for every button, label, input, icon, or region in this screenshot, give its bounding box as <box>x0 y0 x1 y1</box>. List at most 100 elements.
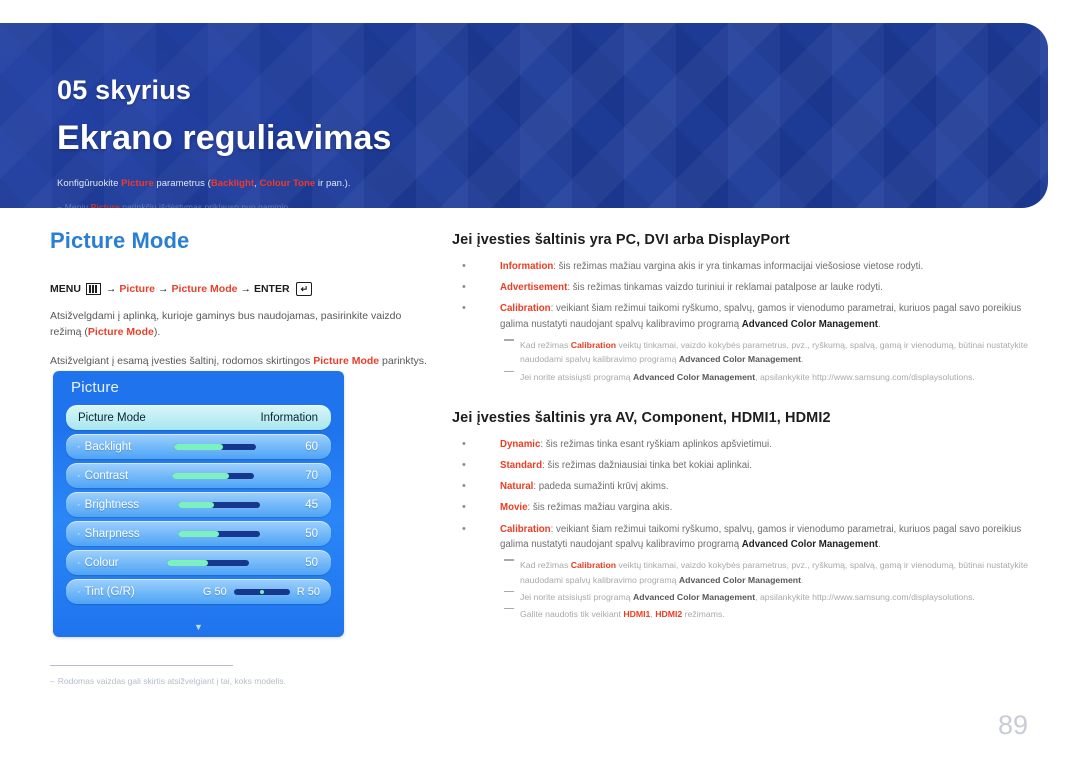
osd-row-label: Sharpness <box>84 527 140 540</box>
chapter-note: ‒ Meniu Picture parinkčių išdėstymas prik… <box>57 202 291 208</box>
menu-path-breadcrumb: MENU → Picture → Picture Mode → ENTER ↵ <box>50 282 430 296</box>
par1-text-b: ). <box>153 326 161 339</box>
osd-tint-control[interactable]: G 50 R 50 <box>203 586 331 598</box>
chevron-down-icon[interactable]: ▼ <box>53 623 344 632</box>
note-dash-icon <box>504 370 514 373</box>
par2-keyword: Picture Mode <box>313 354 380 367</box>
note-dash-icon <box>504 559 514 562</box>
list-item: • Calibration: veikiant šiam režimui taik… <box>462 302 1022 331</box>
description-paragraph-2: Atsižvelgiant į esamą įvesties šaltinį, … <box>50 353 430 369</box>
osd-slider-fill <box>167 559 209 566</box>
bullet-term: Calibration <box>500 523 551 535</box>
footnote-divider <box>50 665 233 666</box>
osd-row-colour[interactable]: · Colour 50 <box>66 550 331 575</box>
osd-row-bullet: · <box>77 498 81 511</box>
osd-slider[interactable] <box>167 559 250 566</box>
note-emphasis: Advanced Color Management <box>632 591 756 602</box>
note-emphasis: Advanced Color Management <box>678 574 802 585</box>
osd-row-label: Colour <box>84 556 119 569</box>
osd-slider-fill <box>173 443 223 450</box>
note-term: Calibration <box>570 560 617 571</box>
note-term: Calibration <box>570 340 617 351</box>
bullet-icon: • <box>462 480 466 493</box>
desc-keyword-backlight: Backlight <box>210 178 255 189</box>
list-item: • Dynamic: šis režimas tinka esant ryškia… <box>452 437 1032 453</box>
osd-row-label: Picture Mode <box>78 411 146 424</box>
list-item: • Standard: šis režimas dažniausiai tinka… <box>452 458 1032 474</box>
path-arrow-1: → <box>105 283 117 295</box>
osd-slider[interactable] <box>172 472 255 479</box>
bullet-emphasis: Advanced Color Management <box>741 539 878 551</box>
bullet-icon: • <box>462 302 466 315</box>
desc-text-mid: parametrus ( <box>153 178 211 189</box>
osd-tint-slider[interactable] <box>233 588 290 595</box>
footnote-dash-icon: ‒ <box>50 676 55 686</box>
enter-label: ENTER <box>253 283 290 295</box>
osd-slider-fill <box>177 530 219 537</box>
note-dash-icon: ‒ <box>57 202 62 208</box>
osd-row-label: Contrast <box>84 469 129 482</box>
osd-tint-green-value: G 50 <box>202 585 227 598</box>
footnote-text: Rodomas vaizdas gali skirtis atsižvelgia… <box>57 676 286 686</box>
note-dash-icon <box>504 590 514 593</box>
chapter-header-banner: 05 skyrius Ekrano reguliavimas Konfigūru… <box>0 23 1048 208</box>
osd-row-value: 45 <box>305 498 318 511</box>
left-column: Picture Mode MENU → Picture → Picture Mo… <box>50 228 430 379</box>
note-list-pc-modes: Kad režimas Calibration veiktų tinkamai,… <box>452 338 1032 383</box>
bullet-term: Standard <box>500 459 542 471</box>
osd-slider[interactable] <box>177 501 260 508</box>
left-footnote: ‒ Rodomas vaizdas gali skirtis atsižvelgi… <box>50 665 350 686</box>
bullet-term: Dynamic <box>500 438 541 450</box>
bullet-term: Calibration <box>500 303 551 315</box>
note-dash-icon <box>504 339 514 341</box>
osd-row-bullet: · <box>77 585 81 598</box>
osd-row-bullet: · <box>77 440 81 453</box>
osd-row-label: Backlight <box>84 440 132 453</box>
osd-row-sharpness[interactable]: · Sharpness 50 <box>66 521 331 546</box>
list-item: • Information: šis režimas mažiau vargina… <box>452 259 1032 275</box>
note-text-post: parinkčių išdėstymas priklauso nuo gamin… <box>119 202 291 208</box>
section-heading-pc-dvi-displayport: Jei įvesties šaltinis yra PC, DVI arba D… <box>452 232 790 248</box>
note-item: Kad režimas Calibration veiktų tinkamai,… <box>452 338 1032 366</box>
note-dash-icon <box>504 607 514 610</box>
description-paragraph-1: Atsižvelgdami į aplinką, kurioje gaminys… <box>50 308 430 341</box>
osd-slider-fill <box>172 472 230 479</box>
osd-row-brightness[interactable]: · Brightness 45 <box>66 492 331 517</box>
bullet-icon: • <box>462 458 466 471</box>
bullet-icon: • <box>462 260 466 272</box>
osd-picture-menu[interactable]: Picture Picture Mode Information · Backligh… <box>53 371 344 637</box>
bullet-list-av-modes: • Dynamic: šis režimas tinka esant ryškia… <box>452 437 1032 553</box>
osd-row-label: Brightness <box>84 498 140 511</box>
osd-row-tint-g-r[interactable]: · Tint (G/R) G 50 R 50 <box>66 579 331 604</box>
bullet-icon: • <box>462 501 466 514</box>
osd-row-picture-mode[interactable]: Picture Mode Information <box>66 405 331 430</box>
section-heading-av-component-hdmi: Jei įvesties šaltinis yra AV, Component,… <box>452 409 831 426</box>
osd-menu-title: Picture <box>71 379 120 396</box>
bullet-term: Advertisement <box>500 282 568 294</box>
bullet-term: Movie <box>500 502 528 514</box>
chapter-number: 05 skyrius <box>57 75 192 105</box>
enter-key-icon: ↵ <box>295 282 313 296</box>
chapter-description: Konfigūruokite Picture parametrus (Backl… <box>57 178 351 189</box>
bullet-term: Natural <box>500 481 534 493</box>
osd-slider[interactable] <box>177 530 260 537</box>
desc-keyword-colour-tone: Colour Tone <box>259 178 316 189</box>
osd-row-value: 50 <box>305 527 318 540</box>
osd-slider[interactable] <box>173 443 256 450</box>
footnote-text-row: ‒ Rodomas vaizdas gali skirtis atsižvelgi… <box>50 676 350 686</box>
desc-keyword-picture: Picture <box>121 178 154 189</box>
osd-row-bullet: · <box>77 469 81 482</box>
note-item: Jei norite atsisiųsti programą Advanced … <box>452 590 1032 604</box>
osd-row-label: Tint (G/R) <box>84 585 135 598</box>
menu-grid-icon <box>85 283 101 295</box>
bullet-icon: • <box>462 281 466 294</box>
par2-text-b: parinktys. <box>379 354 427 367</box>
osd-row-contrast[interactable]: · Contrast 70 <box>66 463 331 488</box>
par2-text-a: Atsižvelgiant į esamą įvesties šaltinį, … <box>50 354 314 367</box>
right-column: Jei įvesties šaltinis yra PC, DVI arba D… <box>452 232 1032 624</box>
note-emphasis: Advanced Color Management <box>678 354 802 365</box>
osd-row-value: 70 <box>305 469 318 482</box>
osd-row-backlight[interactable]: · Backlight 60 <box>66 434 331 459</box>
osd-row-value: 60 <box>305 440 318 453</box>
note-keyword-picture: Picture <box>90 202 120 208</box>
